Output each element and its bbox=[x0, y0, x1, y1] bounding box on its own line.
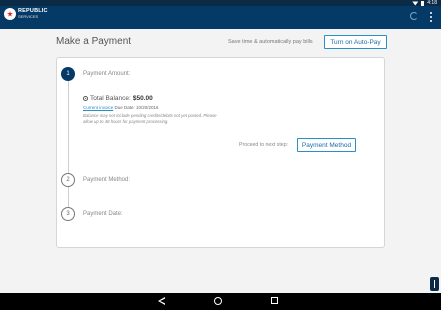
feedback-tab[interactable] bbox=[430, 277, 439, 291]
payment-steps-card bbox=[56, 57, 385, 248]
invoice-line: Current invoice Due Date: 10/20/2016 bbox=[83, 105, 159, 110]
app-logo[interactable]: REPUBLIC SERVICES bbox=[4, 8, 48, 20]
payment-method-button[interactable]: Payment Method bbox=[297, 138, 356, 152]
battery-icon bbox=[421, 0, 425, 6]
back-icon[interactable] bbox=[158, 297, 165, 305]
app-bar-actions bbox=[410, 12, 433, 22]
step-2-label: Payment Method: bbox=[83, 177, 131, 183]
step-connector bbox=[68, 81, 69, 173]
total-balance-value: $50.00 bbox=[132, 95, 153, 102]
app-bar: REPUBLIC SERVICES bbox=[0, 6, 441, 29]
overflow-menu-icon[interactable] bbox=[430, 12, 433, 22]
balance-note: Balance may not include pending credits/… bbox=[83, 113, 217, 124]
logo-text: REPUBLIC SERVICES bbox=[18, 8, 48, 20]
republic-logo-icon bbox=[4, 8, 16, 20]
step-3-circle[interactable]: 3 bbox=[61, 207, 75, 221]
turn-on-autopay-button[interactable]: Turn on Auto-Pay bbox=[324, 35, 387, 49]
refresh-icon[interactable] bbox=[410, 12, 418, 20]
step-3-label: Payment Date: bbox=[83, 211, 123, 217]
android-nav-bar bbox=[0, 293, 441, 310]
home-icon[interactable] bbox=[214, 297, 222, 305]
proceed-text: Proceed to next step: bbox=[239, 142, 289, 148]
recent-apps-icon[interactable] bbox=[271, 297, 278, 304]
current-invoice-link[interactable]: Current invoice bbox=[83, 105, 113, 110]
step-2-circle[interactable]: 2 bbox=[61, 173, 75, 187]
step-1-circle[interactable]: 1 bbox=[61, 67, 75, 81]
step-connector-2 bbox=[68, 187, 69, 207]
due-date: Due Date: 10/20/2016 bbox=[114, 105, 159, 110]
page-title: Make a Payment bbox=[56, 36, 132, 47]
autopay-prompt: Save time & automatically pay bills bbox=[228, 39, 313, 45]
wifi-icon bbox=[412, 1, 419, 6]
total-balance-option[interactable]: Total Balance: $50.00 bbox=[83, 95, 153, 102]
radio-selected-icon[interactable] bbox=[83, 96, 88, 101]
logo-line2: SERVICES bbox=[18, 14, 39, 19]
step-1-label: Payment Amount: bbox=[83, 71, 131, 77]
total-balance-label: Total Balance: bbox=[90, 95, 131, 102]
